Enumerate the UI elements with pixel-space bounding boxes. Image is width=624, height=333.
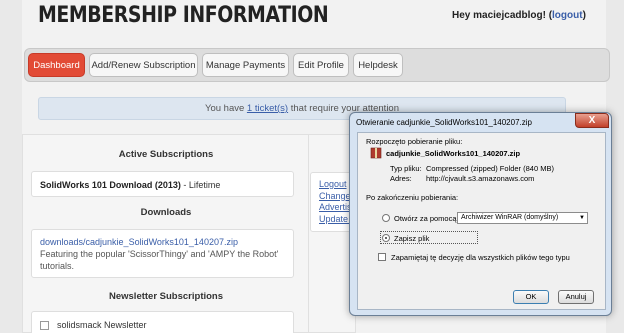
chevron-down-icon: ▼ xyxy=(579,215,585,221)
tickets-link[interactable]: 1 ticket(s) xyxy=(247,103,288,114)
download-item: downloads/cadjunkie_SolidWorks101_140207… xyxy=(31,229,294,278)
subscription-item: SolidWorks 101 Download (2013) - Lifetim… xyxy=(31,171,294,197)
open-with-radio[interactable] xyxy=(382,214,390,222)
newsletter-heading: Newsletter Subscriptions xyxy=(108,291,224,302)
nav-bar: Dashboard Add/Renew Subscription Manage … xyxy=(24,48,610,82)
account-link-change[interactable]: Change xyxy=(319,191,351,203)
tab-add-renew-subscription[interactable]: Add/Renew Subscription xyxy=(89,53,198,77)
account-link-update[interactable]: Update C xyxy=(319,214,351,226)
user-greeting: Hey maciejcadblog! (logout) xyxy=(452,10,586,21)
tab-helpdesk[interactable]: Helpdesk xyxy=(353,53,403,77)
tab-manage-payments[interactable]: Manage Payments xyxy=(202,53,289,77)
open-with-label: Otwórz za pomocą xyxy=(394,214,457,223)
file-from-value: http://cjvault.s3.amazonaws.com xyxy=(426,174,535,183)
download-link[interactable]: downloads/cadjunkie_SolidWorks101_140207… xyxy=(40,236,285,248)
downloads-heading: Downloads xyxy=(140,207,192,218)
logout-link[interactable]: logout xyxy=(552,10,583,21)
download-description: Featuring the popular 'ScissorThingy' an… xyxy=(40,249,279,271)
account-link-advertise[interactable]: Advertis xyxy=(319,202,351,214)
remember-label: Zapamiętaj tę decyzję dla wszystkich pli… xyxy=(391,253,570,262)
dialog-body: Rozpoczęto pobieranie pliku: cadjunkie_S… xyxy=(357,132,606,310)
file-type-label: Typ pliku: xyxy=(390,164,422,173)
cancel-button[interactable]: Anuluj xyxy=(558,290,594,304)
save-file-label: Zapisz plik xyxy=(394,234,430,243)
after-download-label: Po zakończeniu pobierania: xyxy=(366,193,459,202)
open-with-select[interactable]: Archiwizer WinRAR (domyślny) ▼ xyxy=(457,212,588,224)
dialog-intro: Rozpoczęto pobieranie pliku: xyxy=(366,137,463,146)
dialog-filename: cadjunkie_SolidWorks101_140207.zip xyxy=(386,149,521,158)
account-link-logout[interactable]: Logout xyxy=(319,179,351,191)
file-from-label: Adres: xyxy=(390,174,412,183)
remember-checkbox[interactable] xyxy=(378,253,386,261)
active-subscriptions-heading: Active Subscriptions xyxy=(118,149,214,160)
save-file-radio[interactable] xyxy=(382,234,390,242)
tab-dashboard[interactable]: Dashboard xyxy=(28,53,85,77)
page-title: MEMBERSHIP INFORMATION xyxy=(38,3,329,28)
zip-file-icon xyxy=(370,147,382,159)
dialog-close-button[interactable]: X xyxy=(575,113,609,128)
newsletter-checkbox[interactable] xyxy=(40,321,49,331)
download-dialog: Otwieranie cadjunkie_SolidWorks101_14020… xyxy=(349,112,612,316)
newsletter-item: solidsmack Newsletter xyxy=(31,311,294,333)
dialog-title: Otwieranie cadjunkie_SolidWorks101_14020… xyxy=(356,118,532,127)
file-type-value: Compressed (zipped) Folder (840 MB) xyxy=(426,164,554,173)
ok-button[interactable]: OK xyxy=(513,290,549,304)
tab-edit-profile[interactable]: Edit Profile xyxy=(293,53,349,77)
